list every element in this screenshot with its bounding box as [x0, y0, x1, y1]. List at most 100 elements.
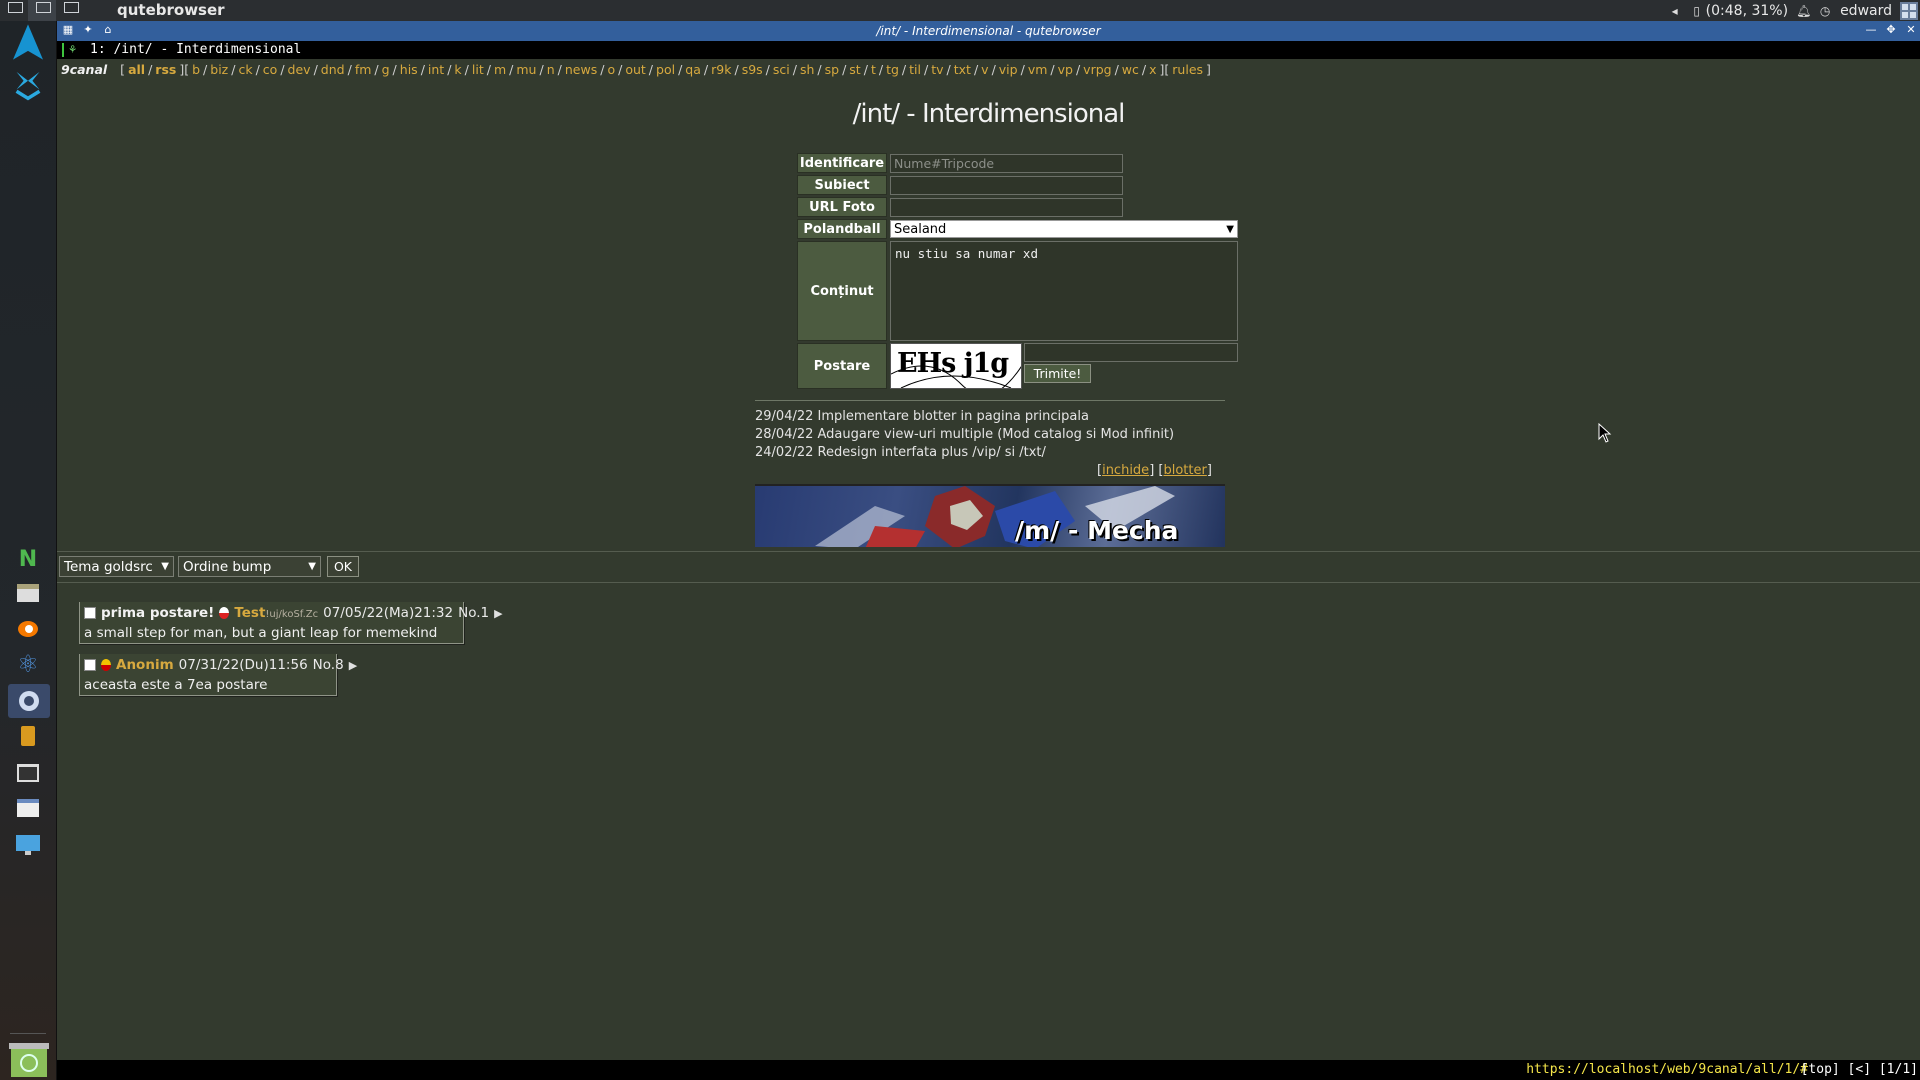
- nav-link-his[interactable]: his: [400, 62, 418, 77]
- clock-icon[interactable]: ◷: [1818, 4, 1832, 18]
- nav-link-rules[interactable]: rules: [1172, 62, 1203, 77]
- thread-post: Anonim 07/31/22(Du)11:56 No.8 ▶ aceasta …: [79, 654, 357, 696]
- blender-icon[interactable]: [13, 613, 43, 643]
- close-icon[interactable]: ✕: [1904, 23, 1918, 37]
- nav-link-s9s[interactable]: s9s: [742, 62, 763, 77]
- battery-indicator[interactable]: ▯ (0:48, 31%): [1690, 3, 1788, 19]
- nav-link-rss[interactable]: rss: [155, 62, 176, 77]
- nav-link-dnd[interactable]: dnd: [321, 62, 345, 77]
- separator: /: [280, 62, 285, 77]
- name-field[interactable]: Nume#Tripcode: [890, 154, 1123, 173]
- separator: /: [973, 62, 979, 77]
- minimize-icon[interactable]: —: [1864, 23, 1878, 37]
- maximize-icon[interactable]: ✥: [1884, 23, 1898, 37]
- content-textarea[interactable]: nu stiu sa numar xd: [890, 241, 1238, 341]
- workspace-3[interactable]: [56, 0, 84, 21]
- nav-link-tv[interactable]: tv: [931, 62, 943, 77]
- dock-separator: [10, 1033, 46, 1034]
- theme-select[interactable]: Tema goldsrc ▼: [59, 556, 174, 577]
- nav-link-pol[interactable]: pol: [656, 62, 675, 77]
- post-trip: !uj/koSf.Zc: [265, 609, 319, 620]
- workspace-2[interactable]: [28, 0, 56, 21]
- nav-link-vrpg[interactable]: vrpg: [1083, 62, 1111, 77]
- nav-link-n[interactable]: n: [547, 62, 555, 77]
- post-menu-icon[interactable]: ▶: [349, 659, 357, 672]
- window-icon[interactable]: [13, 793, 43, 823]
- nav-link-sp[interactable]: sp: [825, 62, 839, 77]
- nav-link-b[interactable]: b: [192, 62, 200, 77]
- archive-icon[interactable]: [13, 721, 43, 751]
- terminal-icon[interactable]: [13, 758, 43, 788]
- nav-link-v[interactable]: v: [981, 62, 988, 77]
- post-checkbox[interactable]: [84, 607, 96, 619]
- board-banner[interactable]: /m/ - Mecha: [755, 484, 1225, 547]
- nav-link-st[interactable]: st: [849, 62, 860, 77]
- separator: /: [347, 62, 352, 77]
- url-field[interactable]: [890, 198, 1123, 217]
- n-app-icon[interactable]: N: [13, 544, 43, 574]
- nav-link-dev[interactable]: dev: [288, 62, 311, 77]
- notification-bell-icon[interactable]: 🔔︎: [1796, 4, 1811, 18]
- captcha-input[interactable]: [1024, 343, 1238, 362]
- nav-link-mu[interactable]: mu: [516, 62, 536, 77]
- tab-int[interactable]: 1: /int/ - Interdimensional: [90, 42, 301, 57]
- nav-link-ck[interactable]: ck: [238, 62, 252, 77]
- close-blotter-link[interactable]: inchide: [1102, 463, 1149, 478]
- files-icon[interactable]: [13, 578, 43, 608]
- app-grid-icon[interactable]: [1900, 1, 1918, 20]
- nav-link-o[interactable]: o: [607, 62, 615, 77]
- nav-link-vp[interactable]: vp: [1058, 62, 1073, 77]
- nav-link-fm[interactable]: fm: [355, 62, 372, 77]
- battery-icon: ▯: [1693, 3, 1700, 18]
- user-name[interactable]: edward: [1840, 3, 1892, 19]
- nav-link-out[interactable]: out: [625, 62, 645, 77]
- subject-field[interactable]: [890, 176, 1123, 195]
- post-number[interactable]: No.1: [458, 605, 489, 621]
- nav-link-int[interactable]: int: [428, 62, 444, 77]
- site-brand[interactable]: 9canal: [61, 62, 107, 77]
- nav-link-m[interactable]: m: [494, 62, 506, 77]
- nav-link-all[interactable]: all: [128, 62, 145, 77]
- separator: /: [878, 62, 884, 77]
- nav-link-t[interactable]: t: [871, 62, 876, 77]
- workspace-1[interactable]: [0, 0, 28, 21]
- nav-link-g[interactable]: g: [382, 62, 390, 77]
- nav-link-news[interactable]: news: [565, 62, 597, 77]
- trash-icon[interactable]: [6, 1041, 52, 1077]
- submit-button[interactable]: Trimite!: [1024, 364, 1091, 383]
- remote-desktop-icon[interactable]: [13, 831, 43, 861]
- qutebrowser-icon[interactable]: [8, 684, 50, 718]
- nav-link-til[interactable]: til: [909, 62, 921, 77]
- nav-link-sci[interactable]: sci: [773, 62, 790, 77]
- nav-link-co[interactable]: co: [263, 62, 278, 77]
- post-checkbox[interactable]: [84, 659, 96, 671]
- nav-link-r9k[interactable]: r9k: [711, 62, 731, 77]
- nav-link-vm[interactable]: vm: [1028, 62, 1048, 77]
- arch-launcher-icon[interactable]: [13, 24, 43, 60]
- order-select[interactable]: Ordine bump ▼: [178, 556, 321, 577]
- network-icon[interactable]: [13, 71, 43, 101]
- bracket: ]: [1206, 62, 1211, 77]
- nav-link-x[interactable]: x: [1149, 62, 1156, 77]
- nav-link-sh[interactable]: sh: [800, 62, 814, 77]
- nav-link-vip[interactable]: vip: [999, 62, 1018, 77]
- atom-icon[interactable]: ⚛: [13, 649, 43, 679]
- blotter-link[interactable]: blotter: [1163, 463, 1206, 478]
- workspace-switcher[interactable]: [0, 0, 84, 21]
- separator: /: [148, 62, 153, 77]
- separator: /: [863, 62, 868, 77]
- divider: [57, 551, 1920, 552]
- flag-select[interactable]: Sealand ▼: [890, 220, 1238, 238]
- nav-link-lit[interactable]: lit: [472, 62, 484, 77]
- post-menu-icon[interactable]: ▶: [494, 607, 502, 620]
- divider: [57, 582, 1920, 583]
- volume-icon[interactable]: ◂: [1668, 4, 1682, 18]
- nav-link-txt[interactable]: txt: [954, 62, 971, 77]
- nav-link-wc[interactable]: wc: [1122, 62, 1139, 77]
- post-number[interactable]: No.8: [313, 657, 344, 673]
- nav-link-biz[interactable]: biz: [210, 62, 228, 77]
- ok-button[interactable]: OK: [327, 556, 359, 577]
- nav-link-k[interactable]: k: [454, 62, 461, 77]
- nav-link-tg[interactable]: tg: [886, 62, 899, 77]
- nav-link-qa[interactable]: qa: [685, 62, 701, 77]
